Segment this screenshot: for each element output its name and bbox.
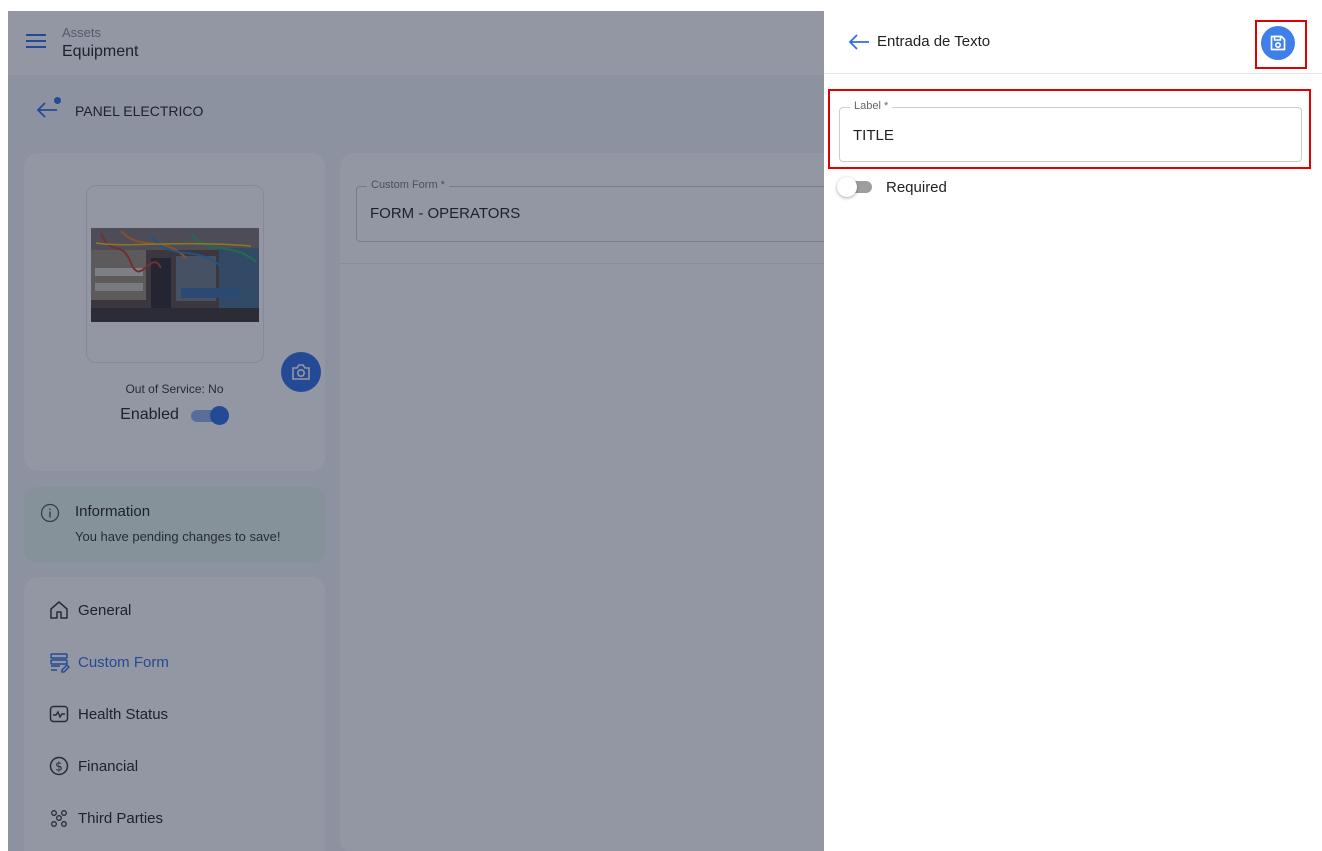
- label-input[interactable]: [853, 124, 1283, 146]
- save-button[interactable]: [1261, 26, 1295, 60]
- required-row: Required: [836, 176, 947, 198]
- label-field-label: Label *: [850, 100, 893, 112]
- modal-backdrop[interactable]: [8, 11, 824, 851]
- required-toggle[interactable]: [836, 177, 874, 197]
- required-label: Required: [886, 178, 947, 196]
- panel-title: Entrada de Texto: [877, 33, 991, 50]
- back-arrow-icon[interactable]: [848, 33, 870, 51]
- save-icon: [1270, 35, 1286, 51]
- text-input-panel: Entrada de Texto Label * Required: [824, 11, 1322, 851]
- label-field: Label *: [839, 100, 1302, 162]
- toggle-knob: [837, 177, 857, 197]
- panel-header: Entrada de Texto: [824, 11, 1322, 74]
